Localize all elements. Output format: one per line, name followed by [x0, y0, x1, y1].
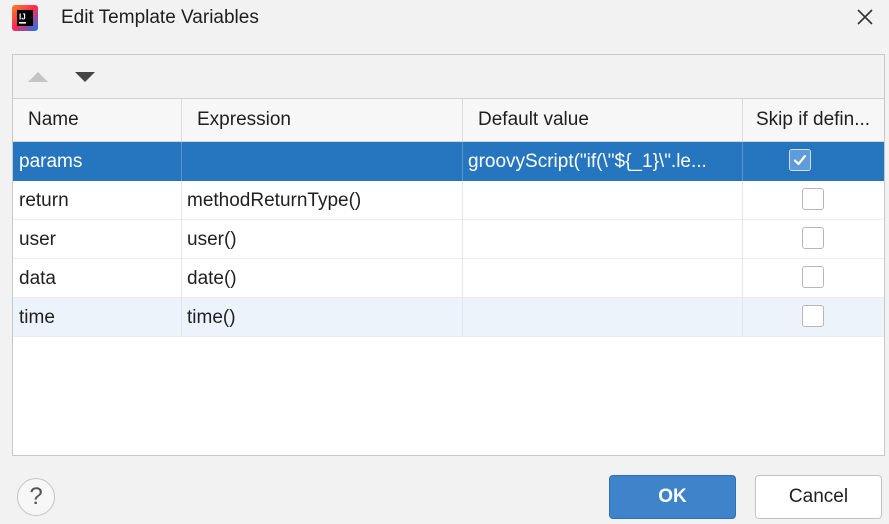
- name-cell[interactable]: return: [13, 181, 182, 220]
- default-value-cell[interactable]: [463, 220, 743, 259]
- default-value-cell[interactable]: groovyScript("if(\"${_1}\".le...: [463, 142, 743, 181]
- expression-cell[interactable]: user(): [182, 220, 463, 259]
- move-down-button[interactable]: [72, 67, 98, 87]
- name-cell[interactable]: params: [13, 142, 182, 181]
- column-header-name[interactable]: Name: [13, 99, 182, 141]
- expression-cell[interactable]: date(): [182, 259, 463, 298]
- expression-cell[interactable]: [182, 142, 463, 181]
- expression-cell[interactable]: time(): [182, 298, 463, 337]
- skip-if-defined-checkbox[interactable]: [802, 266, 824, 288]
- name-cell[interactable]: user: [13, 220, 182, 259]
- table-row[interactable]: user user(): [13, 220, 884, 259]
- default-value-cell[interactable]: [463, 259, 743, 298]
- checkmark-icon: [793, 154, 807, 166]
- skip-if-defined-checkbox[interactable]: [789, 149, 811, 171]
- window-title: Edit Template Variables: [61, 7, 259, 28]
- move-up-button[interactable]: [25, 67, 51, 87]
- table-row[interactable]: params groovyScript("if(\"${_1}\".le...: [13, 142, 884, 181]
- expression-cell[interactable]: methodReturnType(): [182, 181, 463, 220]
- table-row[interactable]: return methodReturnType(): [13, 181, 884, 220]
- close-icon[interactable]: [852, 4, 878, 30]
- column-header-default-value[interactable]: Default value: [463, 99, 743, 141]
- table-toolbar: [13, 55, 884, 99]
- triangle-up-icon: [28, 72, 48, 82]
- skip-if-defined-checkbox[interactable]: [802, 227, 824, 249]
- intellij-idea-icon: IJ: [12, 5, 38, 31]
- name-cell[interactable]: data: [13, 259, 182, 298]
- table-header: Name Expression Default value Skip if de…: [13, 99, 884, 142]
- skip-cell: [743, 142, 884, 181]
- cancel-button[interactable]: Cancel: [755, 475, 882, 519]
- table-row[interactable]: time time(): [13, 298, 884, 337]
- column-header-expression[interactable]: Expression: [182, 99, 463, 141]
- default-value-cell[interactable]: [463, 298, 743, 337]
- ok-button[interactable]: OK: [609, 475, 736, 519]
- svg-text:IJ: IJ: [19, 13, 26, 22]
- name-cell[interactable]: time: [13, 298, 182, 337]
- skip-if-defined-checkbox[interactable]: [802, 305, 824, 327]
- title-bar: IJ Edit Template Variables: [0, 0, 889, 36]
- help-button[interactable]: ?: [17, 478, 55, 516]
- skip-if-defined-checkbox[interactable]: [802, 188, 824, 210]
- triangle-down-icon: [75, 72, 95, 82]
- table-row[interactable]: data date(): [13, 259, 884, 298]
- column-header-skip-if-defined[interactable]: Skip if defin...: [743, 99, 884, 141]
- variables-panel: Name Expression Default value Skip if de…: [12, 54, 885, 456]
- default-value-cell[interactable]: [463, 181, 743, 220]
